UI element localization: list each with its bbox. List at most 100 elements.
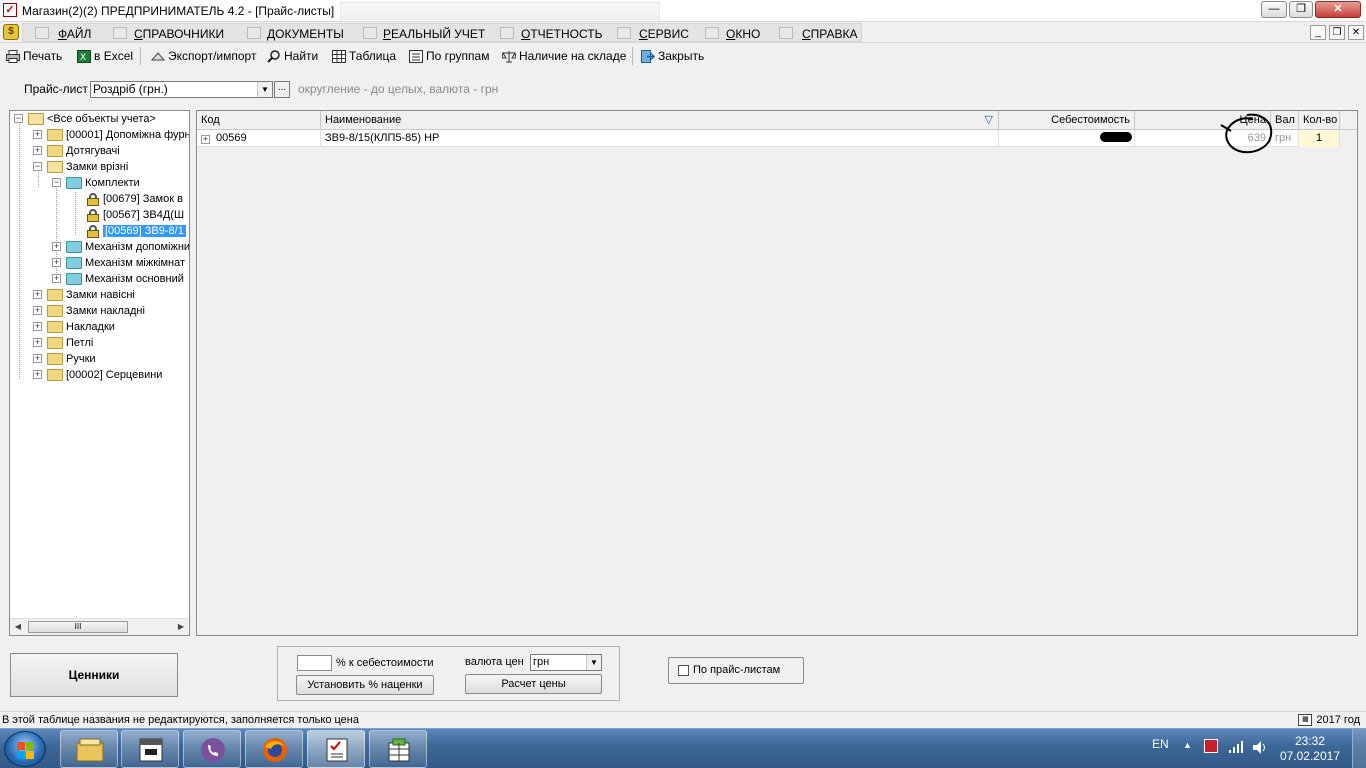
expand-icon[interactable]: + — [33, 322, 42, 331]
cell-qty[interactable]: 1 — [1299, 130, 1340, 147]
taskbar-app-spreadsheet[interactable] — [369, 730, 427, 768]
cell-cost[interactable] — [999, 130, 1135, 147]
system-clock[interactable]: 23:32 07.02.2017 — [1280, 734, 1340, 764]
taskbar-explorer[interactable] — [60, 730, 118, 768]
tree-node[interactable]: + Петлі — [31, 335, 93, 351]
start-button[interactable] — [4, 731, 46, 767]
find-button[interactable]: Найти — [267, 48, 318, 64]
collapse-icon[interactable]: − — [14, 114, 23, 123]
column-header-qty[interactable]: Кол-во — [1299, 111, 1340, 130]
by-groups-button[interactable]: По группам — [409, 48, 489, 64]
tree-node-item-selected[interactable]: [00569] ЗВ9-8/1 — [86, 223, 186, 239]
table-row[interactable]: +00569 ЗВ9-8/15(КЛП5-85) НР 639 грн 1 — [197, 130, 1340, 147]
currency-select[interactable]: грн ▼ — [530, 654, 602, 671]
tree-node-item[interactable]: [00679] Замок в — [86, 191, 183, 207]
tree-node-item[interactable]: [00567] ЗВ4Д(Ш — [86, 207, 184, 223]
tree-node-root[interactable]: − <Все объекты учета> — [12, 111, 156, 127]
filter-icon[interactable]: ▽ — [985, 113, 993, 126]
mdi-close-button[interactable]: ✕ — [1348, 25, 1364, 40]
folder-open-icon — [28, 113, 44, 125]
price-list-browse-button[interactable]: ... — [274, 81, 290, 98]
volume-icon[interactable] — [1252, 741, 1268, 754]
tree-node[interactable]: + Дотягувачі — [31, 143, 120, 159]
chevron-down-icon[interactable]: ▼ — [586, 655, 601, 670]
expand-icon[interactable]: + — [33, 130, 42, 139]
set-markup-button[interactable]: Установить % наценки — [296, 675, 434, 695]
groups-icon — [409, 49, 423, 63]
scroll-right-icon[interactable]: ▶ — [175, 622, 187, 631]
tree-node[interactable]: + Механізм основний — [50, 271, 184, 287]
expand-icon[interactable]: + — [33, 338, 42, 347]
menu-file[interactable]: ФАЙЛ — [58, 27, 91, 41]
scroll-left-icon[interactable]: ◀ — [12, 622, 24, 631]
tree-node[interactable]: + Замки накладні — [31, 303, 145, 319]
menu-references[interactable]: СПРАВОЧНИКИ — [134, 27, 224, 41]
table-button[interactable]: Таблица — [332, 48, 396, 64]
collapse-icon[interactable]: − — [52, 178, 61, 187]
export-import-button[interactable]: Экспорт/импорт — [150, 48, 256, 64]
cell-code[interactable]: +00569 — [197, 130, 321, 147]
tree-node[interactable]: − Комплекти — [50, 175, 140, 191]
action-center-flag-icon[interactable] — [1204, 739, 1218, 753]
tree-node[interactable]: + [00002] Серцевини — [31, 367, 162, 383]
expand-icon[interactable]: + — [33, 354, 42, 363]
by-price-lists-button[interactable]: По прайс-листам — [668, 657, 804, 684]
window-close-button[interactable]: ✕ — [1315, 1, 1361, 18]
menu-window[interactable]: ОКНО — [726, 27, 760, 41]
tree-node[interactable]: + [00001] Допоміжна фурн — [31, 127, 189, 143]
taskbar-firefox[interactable] — [245, 730, 303, 768]
show-hidden-icons[interactable]: ▲ — [1183, 740, 1192, 750]
expand-icon[interactable]: + — [33, 290, 42, 299]
menu-real-accounting[interactable]: РЕАЛЬНЫЙ УЧЕТ — [383, 27, 485, 41]
taskbar-predprinimatel-active[interactable] — [307, 730, 365, 768]
expand-icon[interactable]: + — [52, 258, 61, 267]
mdi-restore-button[interactable]: ❐ — [1329, 25, 1345, 40]
expand-icon[interactable]: + — [33, 306, 42, 315]
menu-help[interactable]: СПРАВКА — [802, 27, 858, 41]
tree-node[interactable]: + Замки навісні — [31, 287, 135, 303]
column-header-name[interactable]: Наименование ▽ — [321, 111, 999, 130]
tree-node[interactable]: − Замки врізні — [31, 159, 128, 175]
ledger-menu-icon — [363, 27, 377, 39]
taskbar-viber[interactable] — [183, 730, 241, 768]
tree-horizontal-scrollbar[interactable]: ◀ III ▶ — [10, 618, 189, 635]
menu-documents[interactable]: ДОКУМЕНТЫ — [267, 27, 344, 41]
collapse-icon[interactable]: − — [33, 162, 42, 171]
column-header-cost[interactable]: Себестоимость — [999, 111, 1135, 130]
close-button[interactable]: Закрыть — [641, 48, 704, 64]
tree-node[interactable]: + Механізм міжкімнат — [50, 255, 185, 271]
by-price-lists-checkbox[interactable] — [678, 665, 689, 676]
expand-icon[interactable]: + — [201, 135, 210, 144]
taskbar-app-calendar[interactable] — [121, 730, 179, 768]
column-header-code[interactable]: Код — [197, 111, 321, 130]
coin-app-icon[interactable]: $ — [3, 24, 19, 40]
mdi-minimize-button[interactable]: _ — [1310, 25, 1326, 40]
window-minimize-button[interactable]: — — [1261, 1, 1287, 18]
category-tree[interactable]: − <Все объекты учета> + [00001] Допоміжн… — [9, 110, 190, 636]
expand-icon[interactable]: + — [52, 274, 61, 283]
stock-availability-button[interactable]: Наличие на складе — [501, 48, 626, 64]
cell-name[interactable]: ЗВ9-8/15(КЛП5-85) НР — [321, 130, 999, 147]
expand-icon[interactable]: + — [52, 242, 61, 251]
menu-reports[interactable]: ОТЧЕТНОСТЬ — [521, 27, 602, 41]
scroll-thumb[interactable]: III — [28, 621, 128, 633]
expand-icon[interactable]: + — [33, 370, 42, 379]
chevron-down-icon[interactable]: ▼ — [257, 82, 272, 97]
menu-service[interactable]: СЕРВИС — [639, 27, 689, 41]
price-list-select[interactable]: Роздріб (грн.) ▼ — [90, 81, 273, 98]
excel-button[interactable]: X в Excel — [77, 48, 133, 64]
status-year[interactable]: ▦ 2017 год — [1298, 714, 1360, 726]
price-grid[interactable]: Код Наименование ▽ Себестоимость Цена Ва… — [196, 110, 1358, 636]
tree-node[interactable]: + Накладки — [31, 319, 115, 335]
show-desktop-button[interactable] — [1352, 729, 1366, 768]
print-button[interactable]: Печать — [6, 48, 62, 64]
network-signal-icon[interactable] — [1228, 741, 1244, 753]
expand-icon[interactable]: + — [33, 146, 42, 155]
tree-node[interactable]: + Ручки — [31, 351, 96, 367]
price-tags-button[interactable]: Ценники — [10, 653, 178, 697]
tree-node[interactable]: + Механізм допоміжни — [50, 239, 189, 255]
window-maximize-button[interactable]: ❐ — [1289, 1, 1313, 18]
markup-percent-input[interactable] — [297, 655, 332, 671]
language-indicator[interactable]: EN — [1152, 737, 1169, 751]
calculate-price-button[interactable]: Расчет цены — [465, 674, 602, 694]
